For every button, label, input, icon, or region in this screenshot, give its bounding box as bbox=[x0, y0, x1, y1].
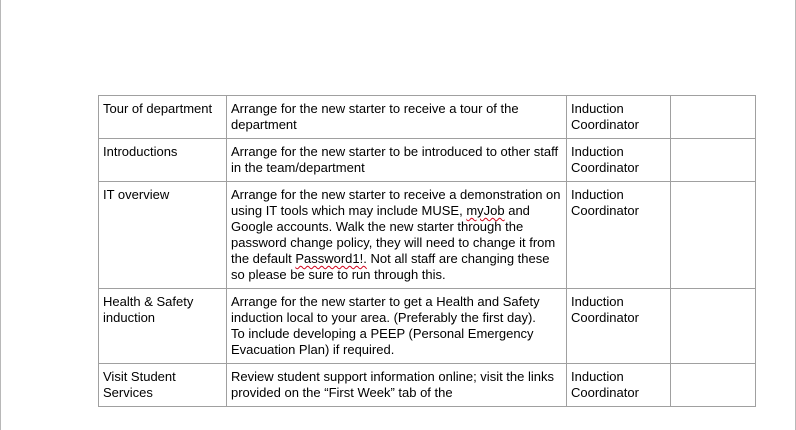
table-row: Introductions Arrange for the new starte… bbox=[98, 138, 756, 182]
action-cell[interactable]: Review student support information onlin… bbox=[226, 363, 567, 407]
owner-cell[interactable]: Induction Coordinator bbox=[566, 138, 671, 182]
activity-cell[interactable]: Introductions bbox=[98, 138, 227, 182]
action-paragraph: To include developing a PEEP (Personal E… bbox=[231, 326, 534, 357]
activity-cell[interactable]: Visit Student Services bbox=[98, 363, 227, 407]
status-cell[interactable] bbox=[670, 181, 756, 289]
owner-cell[interactable]: Induction Coordinator bbox=[566, 181, 671, 289]
table-row: Health & Safety induction Arrange for th… bbox=[98, 288, 756, 364]
action-paragraph: Arrange for the new starter to get a Hea… bbox=[231, 294, 540, 325]
action-cell[interactable]: Arrange for the new starter to receive a… bbox=[226, 181, 567, 289]
spellcheck-flagged-word[interactable]: Password1!. bbox=[295, 251, 367, 266]
action-cell[interactable]: Arrange for the new starter to be introd… bbox=[226, 138, 567, 182]
action-cell[interactable]: Arrange for the new starter to receive a… bbox=[226, 95, 567, 139]
owner-cell[interactable]: Induction Coordinator bbox=[566, 363, 671, 407]
status-cell[interactable] bbox=[670, 363, 756, 407]
activity-cell[interactable]: Tour of department bbox=[98, 95, 227, 139]
status-cell[interactable] bbox=[670, 288, 756, 364]
table-row: IT overview Arrange for the new starter … bbox=[98, 181, 756, 289]
table-row: Visit Student Services Review student su… bbox=[98, 363, 756, 407]
owner-cell[interactable]: Induction Coordinator bbox=[566, 95, 671, 139]
status-cell[interactable] bbox=[670, 138, 756, 182]
induction-checklist-table: Tour of department Arrange for the new s… bbox=[98, 95, 756, 407]
owner-cell[interactable]: Induction Coordinator bbox=[566, 288, 671, 364]
document-page: Tour of department Arrange for the new s… bbox=[0, 0, 796, 430]
activity-cell[interactable]: Health & Safety induction bbox=[98, 288, 227, 364]
activity-cell[interactable]: IT overview bbox=[98, 181, 227, 289]
spellcheck-flagged-word[interactable]: myJob bbox=[466, 203, 504, 218]
table-row: Tour of department Arrange for the new s… bbox=[98, 95, 756, 139]
status-cell[interactable] bbox=[670, 95, 756, 139]
action-cell[interactable]: Arrange for the new starter to get a Hea… bbox=[226, 288, 567, 364]
